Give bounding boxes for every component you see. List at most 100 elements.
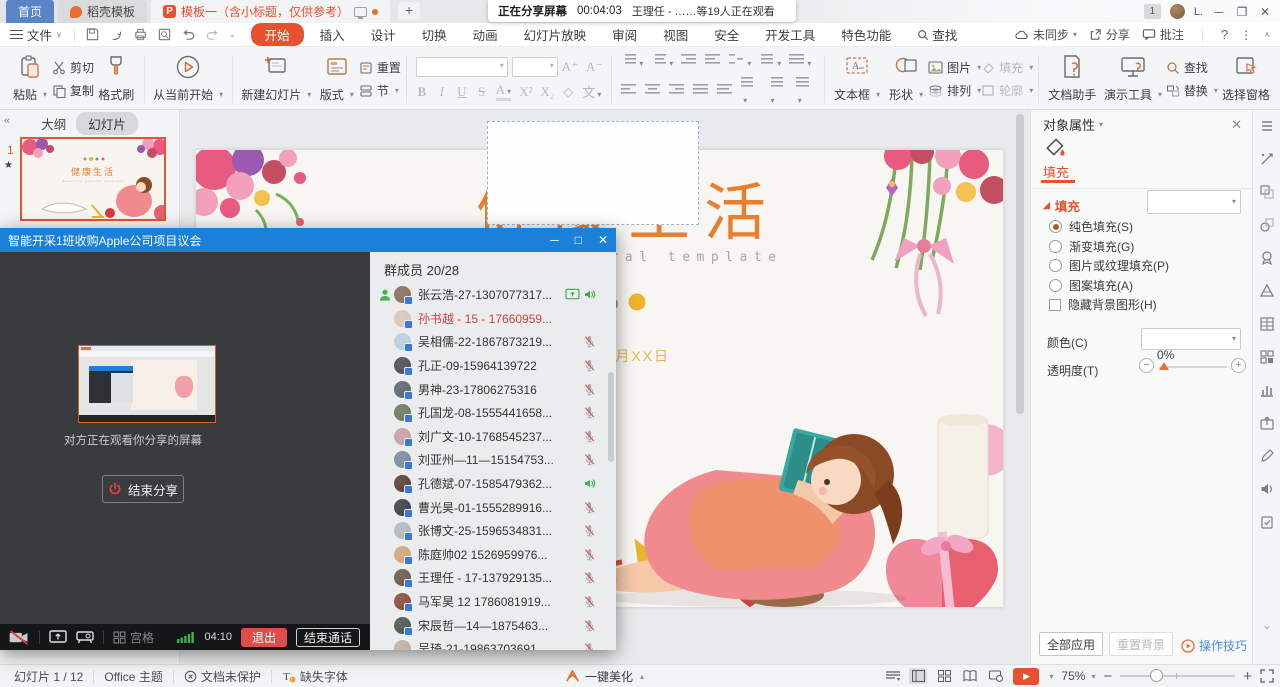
notes-icon[interactable]	[885, 670, 901, 682]
member-row[interactable]: 孔国龙-08-1555441658...	[370, 401, 616, 425]
export-icon[interactable]	[109, 27, 124, 42]
badge-icon[interactable]	[1259, 250, 1275, 266]
row-spacing-icon[interactable]: ▾	[741, 75, 760, 106]
menu-item[interactable]: 动画	[463, 23, 508, 46]
text-direction-icon[interactable]: ▾	[759, 52, 781, 69]
paragraph-spacing-icon[interactable]: ▾	[769, 75, 788, 106]
indent-decrease-icon[interactable]	[681, 52, 697, 69]
strikethrough-button[interactable]: S	[476, 84, 488, 100]
layout-grid-icon[interactable]	[1259, 349, 1275, 365]
canvas-scrollbar[interactable]	[1016, 114, 1024, 660]
file-menu[interactable]: 文件 ∨	[0, 25, 68, 44]
subscript-button[interactable]: X₂	[540, 84, 554, 100]
fit-slide-icon[interactable]	[1260, 669, 1274, 683]
member-row[interactable]: 吴相儒-22-1867873219...	[370, 330, 616, 354]
more-options-icon[interactable]: ⋮	[1240, 28, 1252, 42]
help-icon[interactable]: ?	[1221, 27, 1228, 42]
reading-view-button[interactable]	[961, 668, 979, 684]
fill-option-radio[interactable]: 渐变填充(G)	[1049, 238, 1134, 255]
member-row[interactable]: 宋辰哲—14—1875463...	[370, 613, 616, 637]
collapse-ribbon-icon[interactable]: ∧	[1264, 30, 1270, 39]
format-painter-button[interactable]: 格式刷	[94, 51, 139, 107]
end-call-button[interactable]: 结束通话	[296, 628, 360, 647]
clear-format-icon[interactable]: ◇	[562, 84, 574, 100]
member-row[interactable]: 吴琦-21-19863703691	[370, 637, 616, 650]
share-button[interactable]: 分享	[1089, 26, 1130, 43]
menu-item[interactable]: 设计	[361, 23, 406, 46]
menu-icon[interactable]	[1259, 118, 1275, 134]
align-left-icon[interactable]	[621, 82, 637, 99]
fill-section-header[interactable]: ◢填充	[1043, 196, 1080, 215]
member-row[interactable]: 刘广文-10-1768545237...	[370, 425, 616, 449]
font-size-combo[interactable]	[512, 57, 558, 77]
superscript-button[interactable]: X²	[519, 84, 532, 100]
tab-outline[interactable]: 大纲	[41, 114, 66, 133]
member-row[interactable]: 刘亚州—11—15154753...	[370, 448, 616, 472]
properties-caret-icon[interactable]: ▾	[1099, 120, 1103, 129]
slide-sorter-view-button[interactable]	[935, 668, 953, 684]
picture-button[interactable]: 图片▾	[928, 59, 981, 76]
print-preview-icon[interactable]	[157, 27, 172, 42]
speaker-icon[interactable]	[1259, 481, 1275, 497]
fill-tab[interactable]: 填充	[1043, 162, 1069, 181]
meeting-maximize-icon[interactable]: □	[575, 233, 582, 247]
member-row[interactable]: 孔德斌-07-1585479362...	[370, 472, 616, 496]
smartart-icon[interactable]	[1259, 283, 1275, 299]
member-row[interactable]: 陈庭帅02 1526959976...	[370, 543, 616, 567]
fill-button[interactable]: 填充▾	[981, 59, 1033, 76]
doc-assistant-button[interactable]: 文档助手	[1044, 51, 1100, 107]
find-button[interactable]: 查找	[1166, 59, 1218, 76]
member-row[interactable]: 孙书越 - 15 - 17660959...	[370, 307, 616, 331]
table-icon[interactable]	[1259, 316, 1275, 332]
color-dropdown[interactable]	[1141, 328, 1241, 350]
font-name-combo[interactable]	[416, 57, 508, 77]
user-avatar[interactable]	[1170, 4, 1185, 19]
menu-item[interactable]: 开发工具	[755, 23, 825, 46]
undo-icon[interactable]	[181, 27, 196, 42]
sync-status-button[interactable]: 未同步▾	[1015, 26, 1077, 43]
font-color-button[interactable]: A▾	[496, 82, 511, 101]
tips-link[interactable]: 操作技巧	[1181, 637, 1247, 654]
presenter-view-button[interactable]	[987, 668, 1005, 684]
close-button[interactable]: ✕	[1258, 5, 1272, 19]
fill-option-radio[interactable]: 图片或纹理填充(P)	[1049, 257, 1169, 274]
menu-item[interactable]: 安全	[704, 23, 749, 46]
notification-badge[interactable]: 1	[1144, 4, 1161, 19]
member-row[interactable]: 曹光昊-01-1555289916...	[370, 495, 616, 519]
transparency-plus-button[interactable]: +	[1231, 358, 1246, 373]
hide-background-checkbox[interactable]: 隐藏背景图形(H)	[1049, 296, 1157, 313]
section-button[interactable]: 节▾	[359, 82, 401, 99]
quick-access-more-icon[interactable]: ⌄	[229, 30, 236, 39]
italic-button[interactable]: I	[436, 84, 448, 100]
slideshow-play-button[interactable]: ▶	[1013, 668, 1039, 685]
meeting-minimize-icon[interactable]: ─	[550, 233, 559, 247]
bold-button[interactable]: B	[416, 84, 428, 100]
fill-option-radio[interactable]: 纯色填充(S)	[1049, 218, 1133, 235]
replace-button[interactable]: 替换▾	[1166, 82, 1218, 99]
collapse-panel-icon[interactable]: «	[4, 115, 10, 127]
zoom-in-button[interactable]: +	[1243, 668, 1252, 685]
meeting-window[interactable]: 智能开采1班收购Apple公司项目议会 ─ □ ✕	[0, 228, 616, 650]
textbox-button[interactable]: A 文本框▾	[830, 51, 884, 107]
apply-all-button[interactable]: 全部应用	[1039, 632, 1103, 656]
redo-icon[interactable]	[205, 27, 220, 42]
new-slide-button[interactable]: 新建幻灯片▾	[238, 51, 315, 107]
zoom-slider-knob[interactable]	[1150, 669, 1163, 682]
menu-item[interactable]: 特色功能	[831, 23, 901, 46]
member-row[interactable]: 张云浩-27-1307077317...	[370, 283, 616, 307]
increase-font-icon[interactable]: A⁺	[562, 59, 578, 75]
tab-current-document[interactable]: P 模板一（含小标题，仅供参考）	[151, 0, 390, 23]
export-icon[interactable]	[1259, 415, 1275, 431]
member-row[interactable]: 男神-23-17806275316	[370, 377, 616, 401]
columns-icon[interactable]: ▾	[729, 52, 751, 69]
distribute-icon[interactable]	[717, 82, 733, 99]
pen-icon[interactable]	[1259, 448, 1275, 464]
beautify-button[interactable]: 一键美化 ▴	[565, 668, 644, 685]
member-row[interactable]: 孔正-09-15964139722	[370, 354, 616, 378]
tab-slides[interactable]: 幻灯片	[76, 112, 138, 135]
numbering-icon[interactable]: ▾	[651, 52, 673, 69]
menu-item[interactable]: 插入	[310, 23, 355, 46]
underline-button[interactable]: U	[456, 84, 468, 100]
indent-increase-icon[interactable]	[705, 52, 721, 69]
zoom-level[interactable]: 75%▾	[1061, 669, 1095, 683]
